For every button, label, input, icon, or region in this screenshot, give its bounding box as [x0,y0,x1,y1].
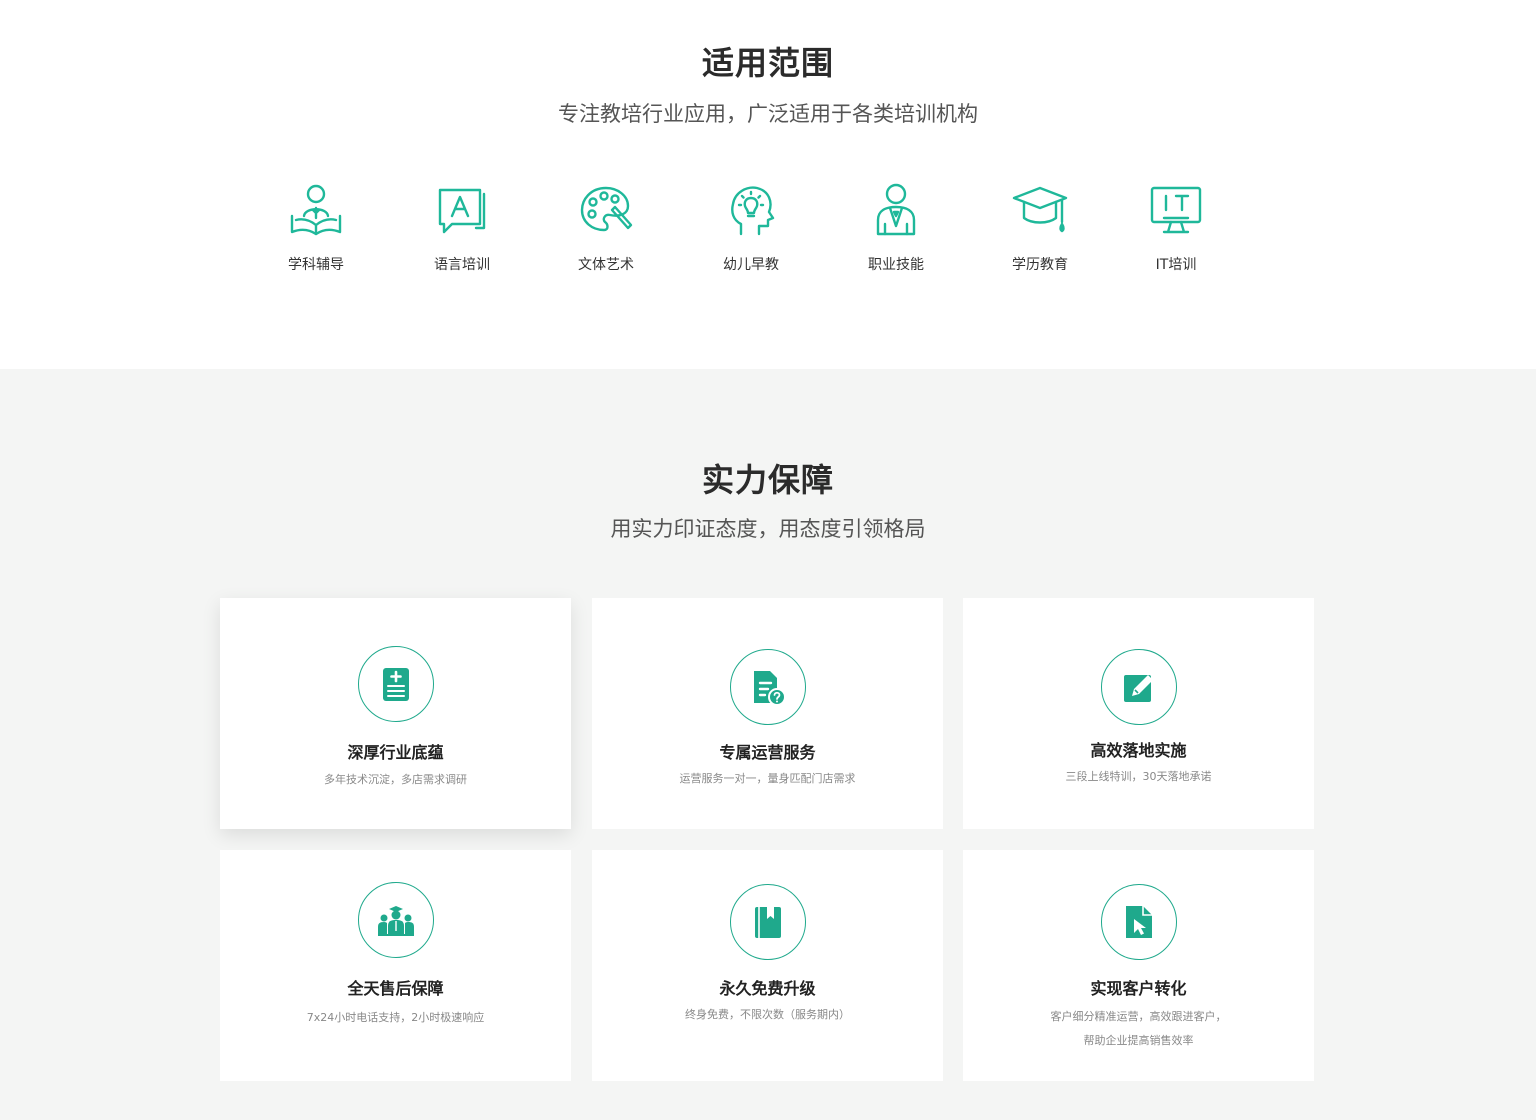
scope-subtitle: 专注教培行业应用，广泛适用于各类培训机构 [558,102,978,126]
category-item-subject-tutoring[interactable]: 学科辅导 [256,180,376,280]
feature-icon-badge [729,649,806,725]
feature-description-line2: 帮助企业提高销售效率 [1083,1034,1194,1047]
feature-card-free-upgrade[interactable]: 永久免费升级 终身免费，不限次数（服务期内） [592,850,943,1081]
head-lightbulb-icon [731,186,775,236]
feature-icon-badge [1100,649,1177,725]
scope-section: 适用范围 专注教培行业应用，广泛适用于各类培训机构 学科辅导 语言培训 文体艺术… [0,0,1536,369]
category-item-early-education[interactable]: 幼儿早教 [691,180,811,280]
edit-pencil-icon [1123,675,1153,702]
feature-description: 客户细分精准运营，高效跟进客户， [1050,1010,1227,1023]
feature-title: 深厚行业底蕴 [347,743,444,762]
feature-icon-badge [729,884,806,960]
category-label: 学历教育 [1012,257,1068,273]
graduation-cap-icon [1012,186,1068,233]
feature-description: 多年技术沉淀，多店需求调研 [324,773,467,786]
file-cursor-icon [1125,906,1152,938]
guarantee-section: 实力保障 用实力印证态度，用态度引领格局 深厚行业底蕴 多年技术沉淀，多店需求调… [0,369,1536,1120]
businessman-icon [876,183,916,236]
feature-title: 高效落地实施 [1090,741,1187,760]
document-question-icon [753,671,786,706]
feature-description: 终身免费，不限次数（服务期内） [685,1008,850,1021]
category-label: IT培训 [1155,257,1197,273]
guarantee-title: 实力保障 [701,461,834,499]
palette-icon [580,186,633,232]
feature-description: 三段上线特训，30天落地承诺 [1065,770,1212,783]
category-label: 语言培训 [434,257,490,273]
medical-clipboard-icon [382,668,409,701]
letter-a-chat-icon [438,188,486,234]
it-monitor-icon [1150,186,1202,234]
feature-title: 全天售后保障 [347,979,444,998]
feature-title: 实现客户转化 [1090,979,1187,998]
feature-card-dedicated-operation[interactable]: 专属运营服务 运营服务一对一，量身匹配门店需求 [592,598,943,829]
feature-card-after-sales-support[interactable]: 全天售后保障 7x24小时电话支持，2小时极速响应 [220,850,571,1081]
category-item-arts-sports[interactable]: 文体艺术 [546,180,666,280]
category-label: 学科辅导 [288,257,344,273]
feature-icon-badge [1100,884,1177,960]
feature-card-efficient-implementation[interactable]: 高效落地实施 三段上线特训，30天落地承诺 [963,598,1314,829]
category-item-language-training[interactable]: 语言培训 [402,180,522,280]
feature-description: 7x24小时电话支持，2小时极速响应 [306,1011,485,1024]
category-item-it-training[interactable]: IT培训 [1116,180,1236,280]
bookmark-book-icon [754,907,781,938]
category-label: 幼儿早教 [723,257,779,273]
feature-title: 专属运营服务 [719,743,816,762]
feature-description: 运营服务一对一，量身匹配门店需求 [679,772,856,785]
team-icon [377,906,414,936]
guarantee-subtitle: 用实力印证态度，用态度引领格局 [610,517,926,541]
feature-card-customer-conversion[interactable]: 实现客户转化 客户细分精准运营，高效跟进客户， 帮助企业提高销售效率 [963,850,1314,1081]
feature-title: 永久免费升级 [719,979,816,998]
feature-icon-badge [357,646,434,722]
category-item-academic-education[interactable]: 学历教育 [980,180,1100,280]
category-label: 文体艺术 [578,257,634,273]
feature-icon-badge [357,882,434,958]
feature-card-industry-expertise[interactable]: 深厚行业底蕴 多年技术沉淀，多店需求调研 [220,598,571,829]
teacher-book-icon [290,184,342,236]
category-item-vocational-skills[interactable]: 职业技能 [836,180,956,280]
category-label: 职业技能 [868,257,924,273]
scope-title: 适用范围 [701,44,834,82]
